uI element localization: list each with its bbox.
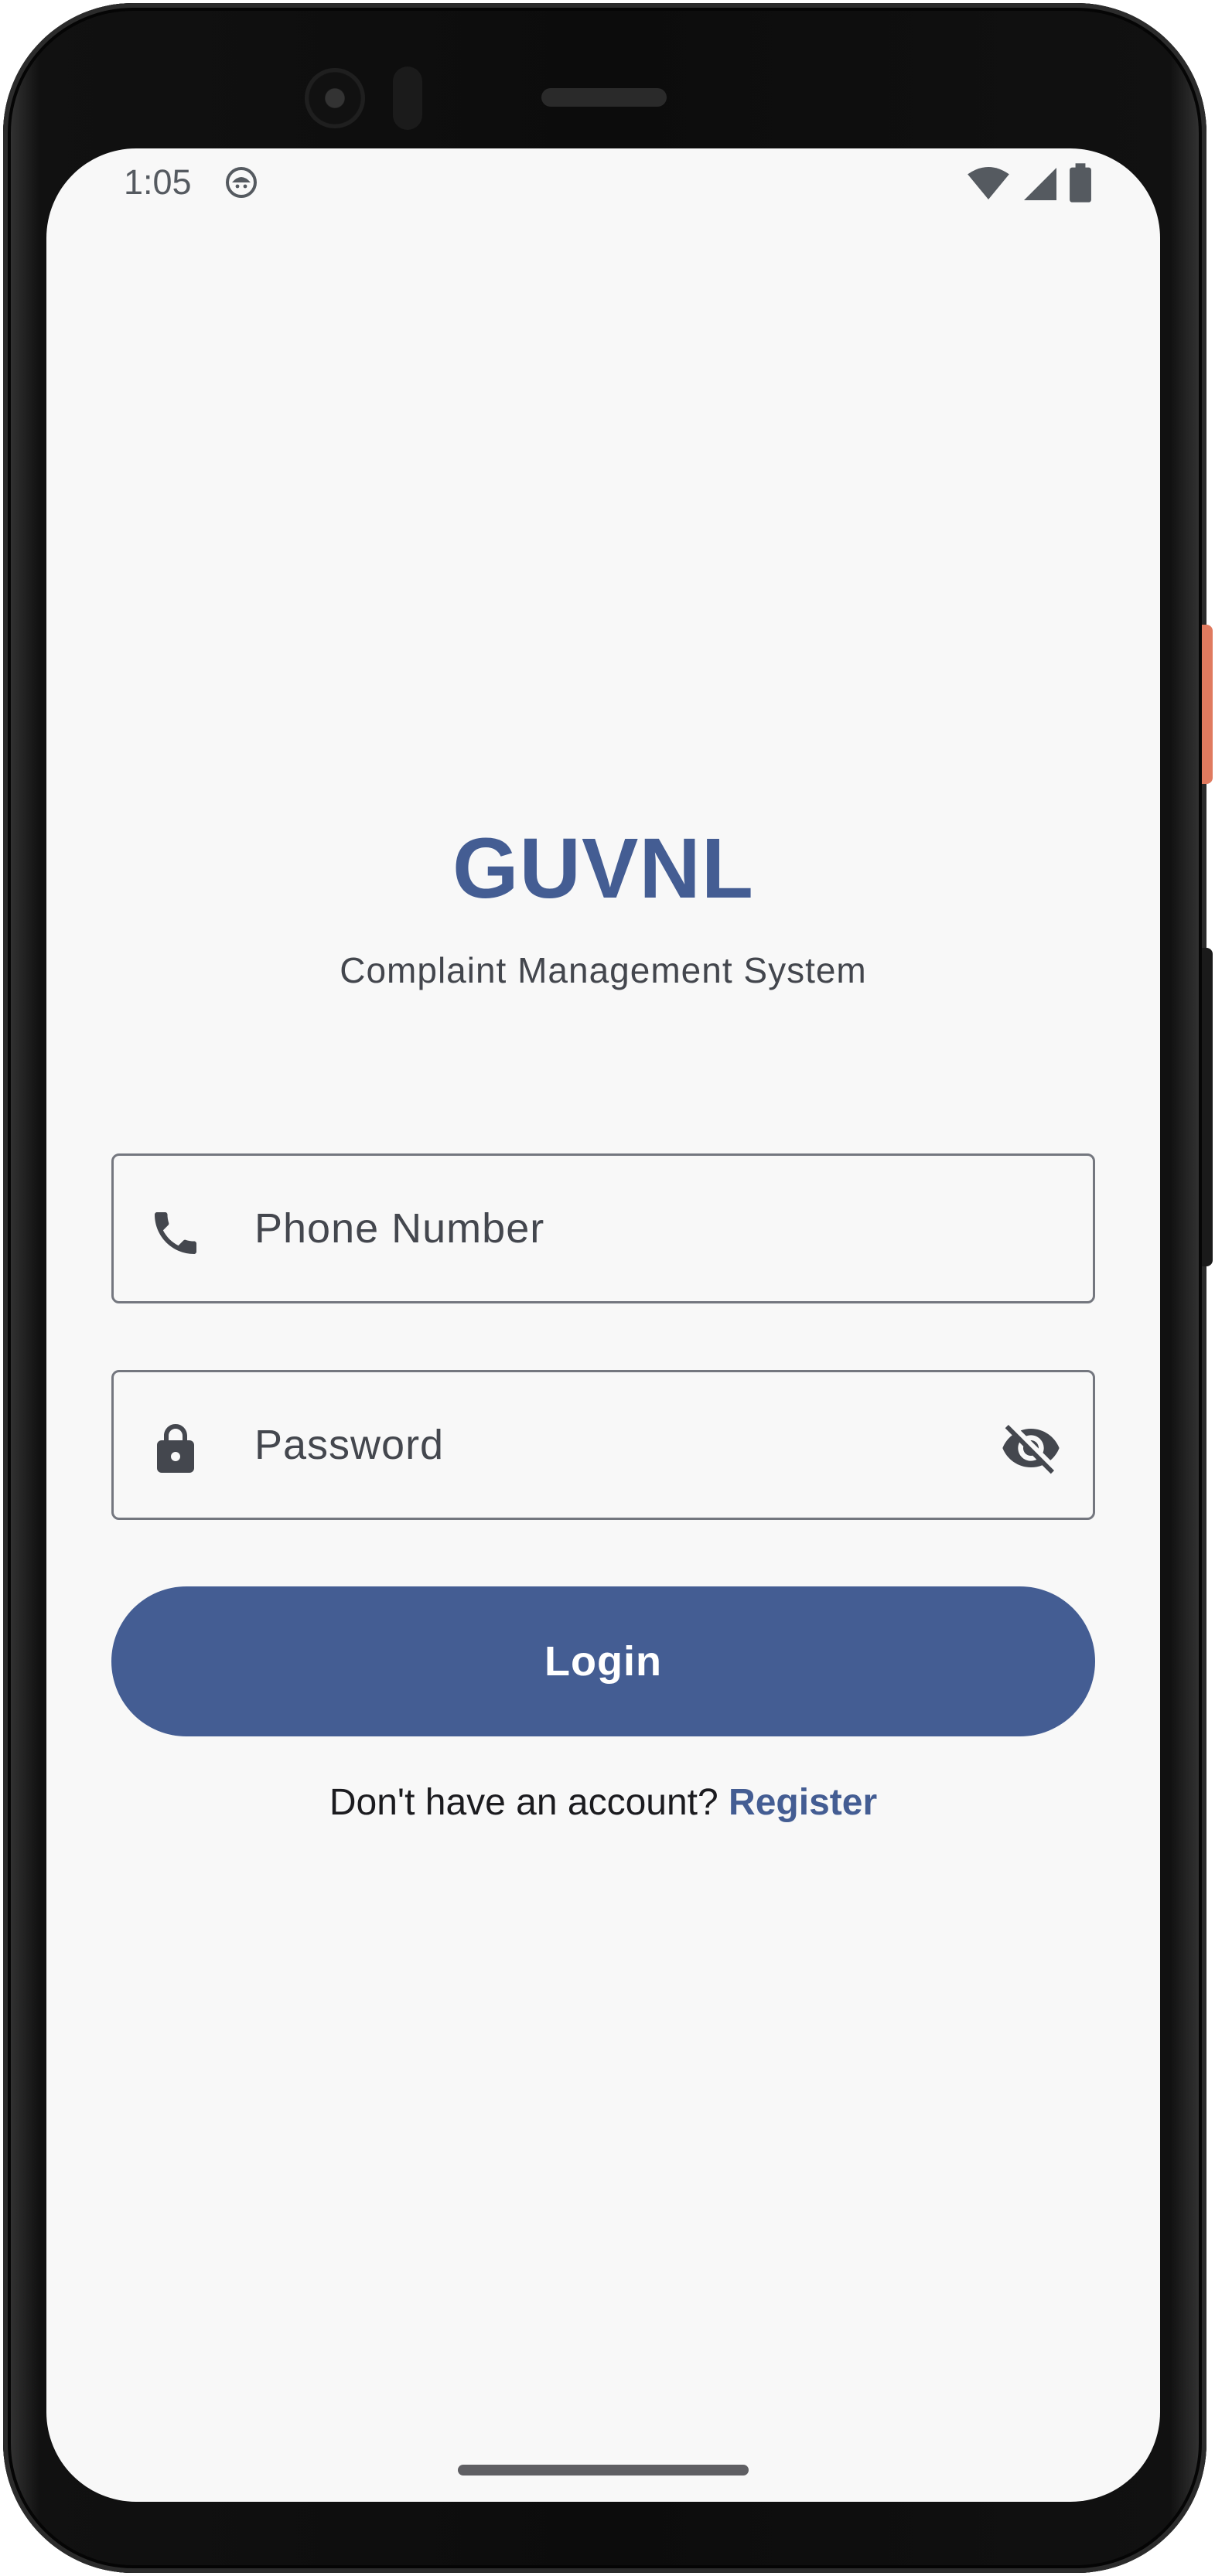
cell-signal-icon [1021,165,1058,206]
lock-icon [148,1422,203,1477]
app-subtitle: Complaint Management System [340,950,867,990]
status-time: 1:05 [124,162,192,202]
front-camera [305,68,365,128]
volume-button [1202,948,1213,1266]
earpiece-speaker [541,88,667,107]
register-prompt-text: Don't have an account? [329,1782,729,1823]
proximity-sensor [393,66,422,130]
battery-icon [1069,162,1092,207]
wifi-icon [967,165,1010,206]
visibility-off-icon[interactable] [998,1416,1063,1481]
password-input[interactable] [253,1372,949,1518]
android-face-icon [223,164,260,201]
login-button[interactable]: Login [111,1586,1095,1736]
phone-input[interactable] [253,1156,949,1301]
status-bar: 1:05 [46,148,1160,226]
register-link[interactable]: Register [729,1782,877,1823]
register-prompt: Don't have an account? Register [46,1781,1160,1824]
phone-field[interactable] [111,1153,1095,1303]
power-button [1202,625,1213,784]
status-icons [967,162,1092,207]
gesture-navigation-bar[interactable] [458,2465,749,2475]
password-field[interactable] [111,1370,1095,1520]
app-screen: 1:05 GUVNL Complaint Management System P… [46,148,1160,2502]
app-title: GUVNL [452,821,754,916]
phone-icon [148,1205,203,1261]
